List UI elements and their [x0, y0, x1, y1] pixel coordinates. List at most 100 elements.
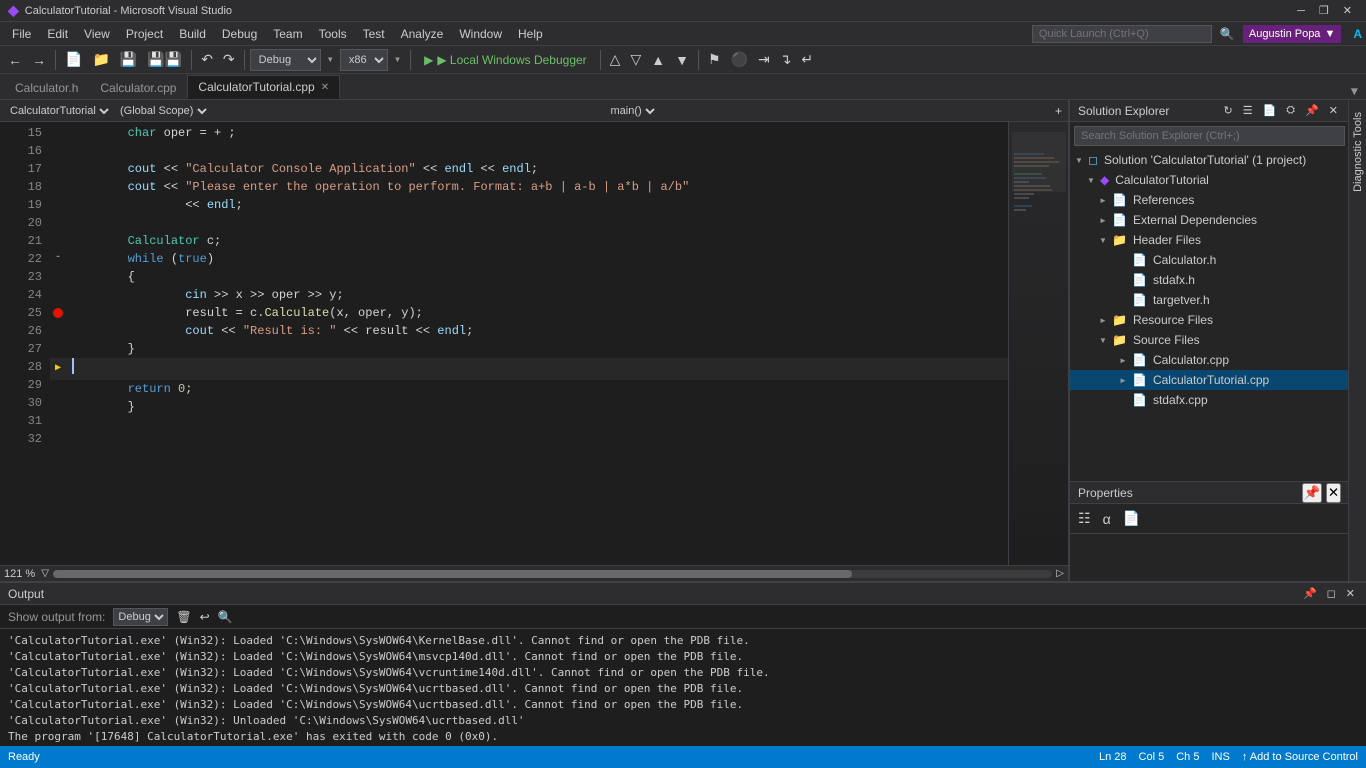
output-find-button[interactable]: 🔍 [218, 610, 233, 624]
tree-calculator-h[interactable]: ► 📄 Calculator.h [1070, 250, 1349, 270]
header-files-expand-icon[interactable]: ▼ [1098, 236, 1108, 245]
prop-category-button[interactable]: ☷ [1074, 508, 1095, 529]
output-source-select[interactable]: Debug Build [113, 608, 168, 626]
minimize-button[interactable]: ─ [1291, 0, 1311, 22]
toolbar-more-4[interactable]: ▼ [671, 48, 693, 72]
tree-targetver-h[interactable]: ► 📄 targetver.h [1070, 290, 1349, 310]
tree-resource-files[interactable]: ► 📁 Resource Files [1070, 310, 1349, 330]
forward-button[interactable]: → [28, 48, 50, 72]
tree-calculator-tutorial-cpp[interactable]: ► 📄 CalculatorTutorial.cpp [1070, 370, 1349, 390]
code-content[interactable]: char oper = + ; cout << "Calculator Cons… [50, 122, 1008, 565]
output-float-button[interactable]: ◻ [1324, 587, 1339, 600]
close-button[interactable]: ✕ [1337, 0, 1358, 22]
toolbar-step-over[interactable]: ⇥ [754, 48, 774, 72]
menu-project[interactable]: Project [118, 22, 171, 46]
diagnostic-tools-label[interactable]: Diagnostic Tools [1350, 108, 1366, 196]
menu-tools[interactable]: Tools [311, 22, 355, 46]
output-pin-button[interactable]: 📌 [1300, 587, 1320, 600]
toolbar-step-into[interactable]: ↴ [776, 48, 796, 72]
menu-debug[interactable]: Debug [214, 22, 265, 46]
tree-stdafx-h[interactable]: ► 📄 stdafx.h [1070, 270, 1349, 290]
tree-calculator-cpp[interactable]: ► 📄 Calculator.cpp [1070, 350, 1349, 370]
tree-header-files[interactable]: ▼ 📁 Header Files [1070, 230, 1349, 250]
back-button[interactable]: ← [4, 48, 26, 72]
prop-pages-button[interactable]: 📄 [1119, 508, 1144, 529]
menu-file[interactable]: File [4, 22, 39, 46]
toolbar-more-1[interactable]: △ [606, 48, 625, 72]
save-all-button[interactable]: 💾💾 [143, 48, 186, 72]
tree-external-deps[interactable]: ► 📄 External Dependencies [1070, 210, 1349, 230]
open-button[interactable]: 📁 [88, 48, 113, 72]
breakpoint-25[interactable] [53, 308, 63, 318]
tree-stdafx-cpp[interactable]: ► 📄 stdafx.cpp [1070, 390, 1349, 410]
se-close-button[interactable]: ✕ [1326, 104, 1341, 117]
tab-scroll-arrow[interactable]: ▼ [1343, 85, 1366, 99]
toolbar-flag[interactable]: ⚑ [704, 48, 725, 72]
tree-references[interactable]: ► 📄 References [1070, 190, 1349, 210]
tree-solution[interactable]: ▼ ◻ Solution 'CalculatorTutorial' (1 pro… [1070, 150, 1349, 170]
ext-deps-expand-icon[interactable]: ► [1098, 216, 1108, 225]
se-props-button[interactable]: ☰ [1240, 104, 1256, 117]
debug-config-select[interactable]: Debug Release [250, 49, 321, 71]
gutter-25[interactable] [50, 304, 66, 322]
toolbar-more-2[interactable]: ▽ [626, 48, 645, 72]
zoom-down-button[interactable]: ▽ [41, 568, 49, 579]
calc-cpp-expand-icon[interactable]: ► [1118, 356, 1128, 365]
menu-view[interactable]: View [76, 22, 118, 46]
zoom-right-button[interactable]: ▷ [1056, 568, 1064, 579]
save-button[interactable]: 💾 [116, 48, 141, 72]
new-project-button[interactable]: 📄 [61, 48, 86, 72]
menu-help[interactable]: Help [510, 22, 551, 46]
tree-source-files[interactable]: ▼ 📁 Source Files [1070, 330, 1349, 350]
prop-alpha-button[interactable]: α [1099, 508, 1115, 529]
user-badge[interactable]: Augustin Popa ▼ [1243, 25, 1341, 43]
tutorial-cpp-expand-icon[interactable]: ► [1118, 376, 1128, 385]
global-scope-selector[interactable]: (Global Scope) [116, 104, 210, 118]
menu-test[interactable]: Test [355, 22, 393, 46]
tree-project[interactable]: ▼ ◆ CalculatorTutorial [1070, 170, 1349, 190]
status-ch[interactable]: Ch 5 [1176, 751, 1199, 763]
horizontal-scrollbar[interactable] [53, 570, 1052, 578]
status-ready[interactable]: Ready [8, 751, 40, 763]
expand-editor-button[interactable]: + [1055, 104, 1062, 118]
toolbar-more-3[interactable]: ▲ [647, 48, 669, 72]
se-sync-button[interactable]: ↻ [1220, 104, 1235, 117]
prop-pin-button[interactable]: 📌 [1302, 483, 1323, 503]
se-filter-button[interactable]: ⛭ [1283, 104, 1298, 117]
collapse-icon-22[interactable]: ⁃ [56, 250, 61, 268]
tab-calculator-h[interactable]: Calculator.h [4, 75, 89, 99]
references-expand-icon[interactable]: ► [1098, 196, 1108, 205]
solution-expand-icon[interactable]: ▼ [1074, 156, 1084, 165]
status-ins[interactable]: INS [1211, 751, 1229, 763]
output-wrap-button[interactable]: ↩ [200, 610, 210, 624]
restore-button[interactable]: ❐ [1313, 0, 1335, 22]
resource-files-expand-icon[interactable]: ► [1098, 316, 1108, 325]
toolbar-breakpoints[interactable]: ⚫ [727, 48, 752, 72]
redo-button[interactable]: ↷ [219, 48, 239, 72]
se-search-input[interactable] [1074, 126, 1345, 146]
tab-close-tutorial[interactable]: ✕ [321, 82, 329, 93]
platform-select[interactable]: x86 x64 [340, 49, 388, 71]
tab-calculator-tutorial-cpp[interactable]: CalculatorTutorial.cpp ✕ [187, 75, 340, 99]
se-pin-button[interactable]: 📌 [1302, 104, 1322, 117]
toolbar-step-out[interactable]: ↵ [797, 48, 817, 72]
scope-selector[interactable]: CalculatorTutorial [6, 104, 112, 118]
source-control-label[interactable]: ↑ Add to Source Control [1242, 751, 1358, 763]
menu-edit[interactable]: Edit [39, 22, 76, 46]
menu-team[interactable]: Team [265, 22, 310, 46]
undo-button[interactable]: ↶ [197, 48, 217, 72]
output-close-button[interactable]: ✕ [1343, 587, 1358, 600]
output-clear-button[interactable]: 🗑 [176, 610, 191, 624]
status-col[interactable]: Col 5 [1139, 751, 1165, 763]
source-files-expand-icon[interactable]: ▼ [1098, 336, 1108, 345]
quick-launch-input[interactable] [1032, 25, 1212, 43]
project-expand-icon[interactable]: ▼ [1086, 176, 1096, 185]
start-debugging-button[interactable]: ▶ ▶ Local Windows Debugger [416, 48, 595, 72]
tab-calculator-cpp[interactable]: Calculator.cpp [89, 75, 187, 99]
menu-window[interactable]: Window [451, 22, 510, 46]
se-refresh-button[interactable]: 📄 [1260, 104, 1280, 117]
status-line[interactable]: Ln 28 [1099, 751, 1127, 763]
menu-analyze[interactable]: Analyze [393, 22, 452, 46]
function-scope-selector[interactable]: main() [606, 104, 658, 118]
prop-close-button[interactable]: ✕ [1326, 483, 1341, 503]
